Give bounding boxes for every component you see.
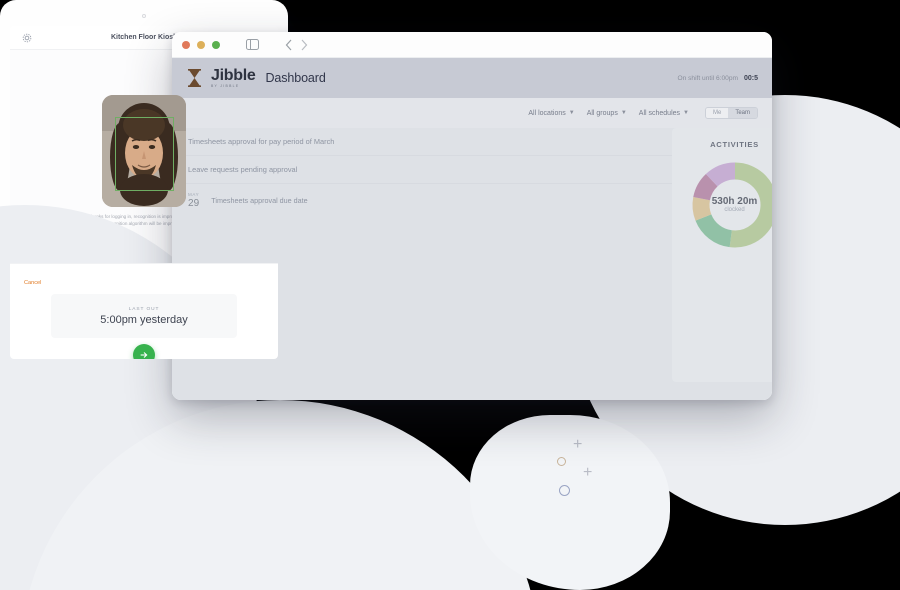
kiosk-title: Kitchen Floor Kiosk xyxy=(110,34,178,41)
filter-all-schedules[interactable]: All schedules ▼ xyxy=(639,110,689,117)
chevron-down-icon: ▼ xyxy=(620,110,627,116)
due-label: Timesheets approval due date xyxy=(211,196,308,206)
gear-icon[interactable] xyxy=(22,33,32,43)
filter-label: All schedules xyxy=(638,109,681,117)
donut-sublabel: clocked xyxy=(724,207,745,214)
window-zoom-button[interactable] xyxy=(212,40,220,49)
last-out-card: LAST OUT 5:00pm yesterday xyxy=(51,294,237,338)
window-minimize-button[interactable] xyxy=(197,40,205,49)
activities-title: ACTIVITIES xyxy=(710,140,759,149)
decorative-plus-icon: + xyxy=(583,464,593,481)
chevron-left-icon[interactable] xyxy=(285,39,293,51)
decorative-ring-icon xyxy=(557,457,566,466)
brand-name: Jibble xyxy=(211,66,256,84)
donut-total-hours: 530h 20m xyxy=(711,195,758,207)
filter-all-groups[interactable]: All groups ▼ xyxy=(587,110,627,117)
chevron-down-icon: ▼ xyxy=(568,110,575,116)
last-out-value: 5:00pm yesterday xyxy=(100,313,188,326)
filter-label: All locations xyxy=(528,109,566,117)
last-out-label: LAST OUT xyxy=(128,306,160,312)
kiosk-footer: Cancel LAST OUT 5:00pm yesterday Tap to … xyxy=(10,263,278,359)
page-title: Dashboard xyxy=(265,71,326,85)
activities-donut-chart: 530h 20m clocked xyxy=(689,159,772,251)
decorative-plus-icon: + xyxy=(573,436,583,453)
jibble-logo[interactable]: Jibble BY JIBBLE xyxy=(186,66,256,88)
shift-status-text: On shift until 6:00pm xyxy=(677,74,738,82)
segment-me[interactable]: Me xyxy=(705,108,729,118)
window-close-button[interactable] xyxy=(182,40,190,49)
shift-status: On shift until 6:00pm 00:5 xyxy=(678,75,759,82)
dashboard-filterbar: All locations ▼ All groups ▼ All schedul… xyxy=(172,98,772,128)
notice-text: Timesheets approval for pay period of Ma… xyxy=(188,137,335,146)
brand-subtitle: BY JIBBLE xyxy=(211,83,240,88)
kiosk-cancel-button[interactable]: Cancel xyxy=(24,280,41,286)
showcase-canvas: + + Jibble BY JIBBLE Dashboard On shift … xyxy=(0,0,900,590)
sidebar-icon[interactable] xyxy=(246,39,259,50)
chevron-right-icon[interactable] xyxy=(300,39,308,51)
face-detection-box xyxy=(115,117,174,192)
scope-segmented-control[interactable]: Me Team xyxy=(704,107,758,119)
dashboard-topbar: Jibble BY JIBBLE Dashboard On shift unti… xyxy=(172,58,772,98)
decorative-ring-icon xyxy=(559,485,570,496)
due-day: 29 xyxy=(188,197,200,209)
hourglass-icon xyxy=(186,69,203,88)
browser-titlebar xyxy=(172,32,772,58)
tablet-camera-icon xyxy=(142,14,146,18)
shift-timer: 00:5 xyxy=(743,74,758,82)
kiosk-continue-button[interactable] xyxy=(133,344,155,359)
chevron-down-icon: ▼ xyxy=(683,110,689,116)
due-date-badge: MAY 29 xyxy=(188,192,200,209)
filter-label: All groups xyxy=(586,109,618,117)
notice-text: Leave requests pending approval xyxy=(188,165,298,174)
filter-all-locations[interactable]: All locations ▼ xyxy=(528,110,574,117)
segment-team[interactable]: Team xyxy=(728,108,757,118)
face-capture-preview xyxy=(102,95,186,208)
activities-card: ACTIVITIES 530h 20m clocked xyxy=(672,128,772,382)
